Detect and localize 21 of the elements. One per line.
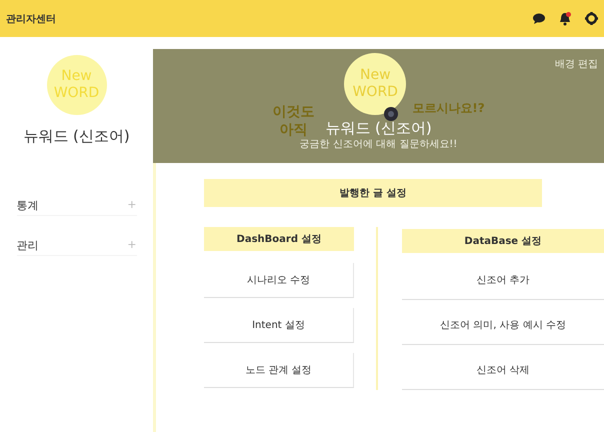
- banner-title: 뉴워드 (신조어): [325, 119, 432, 137]
- section-title: 발행한 글 설정: [204, 179, 542, 207]
- menu-button[interactable]: 노드 관계 설정: [204, 353, 354, 388]
- logo-text: New: [360, 67, 391, 84]
- app-title: 관리자센터: [6, 12, 56, 26]
- banner-subtitle: 궁금한 신조어에 대해 질문하세요!!: [300, 138, 458, 151]
- menu-button[interactable]: Intent 설정: [204, 308, 354, 343]
- banner-slogan: 이것도: [272, 103, 314, 121]
- menu-button[interactable]: 시나리오 수정: [204, 263, 354, 298]
- banner-slogan: 모르시나요!?: [412, 100, 485, 117]
- sidebar-item[interactable]: 통계 +: [16, 196, 136, 216]
- column-heading: DashBoard 설정: [204, 227, 354, 251]
- logo-text: WORD: [352, 84, 398, 101]
- sidebar-item[interactable]: 관리 +: [16, 236, 136, 256]
- site-name: 뉴워드 (신조어): [23, 127, 130, 146]
- logo-text: New: [61, 68, 92, 85]
- sidebar-label: 통계: [16, 198, 38, 213]
- logo-text: WORD: [54, 85, 100, 102]
- column-heading: DataBase 설정: [402, 229, 604, 253]
- banner-slogan: 아직: [279, 121, 308, 139]
- sidebar-label: 관리: [16, 238, 38, 253]
